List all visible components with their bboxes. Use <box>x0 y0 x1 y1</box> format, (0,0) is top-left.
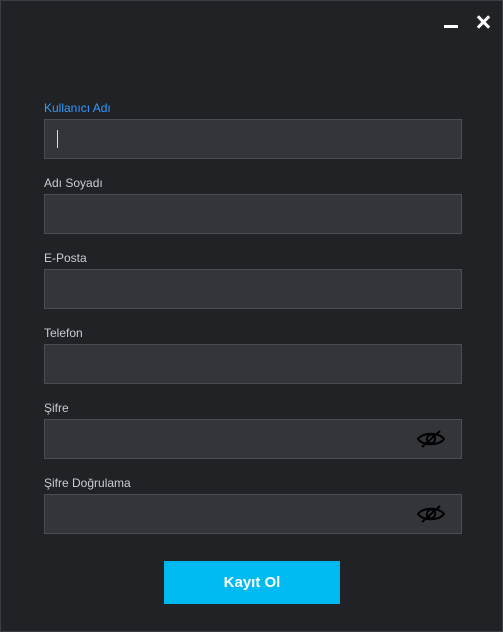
registration-form: Kullanıcı Adı Adı Soyadı E-Posta Telefon <box>44 102 462 552</box>
email-input-box[interactable] <box>44 269 462 309</box>
text-caret <box>57 130 58 148</box>
password-confirm-input-box[interactable] <box>44 494 462 534</box>
full-name-label: Adı Soyadı <box>44 176 103 190</box>
username-field: Kullanıcı Adı <box>44 102 462 159</box>
phone-input[interactable] <box>45 345 461 383</box>
username-input[interactable] <box>45 120 461 158</box>
email-field: E-Posta <box>44 252 462 309</box>
phone-label: Telefon <box>44 326 83 340</box>
username-label: Kullanıcı Adı <box>44 101 111 115</box>
password-field: Şifre <box>44 402 462 459</box>
password-confirm-input[interactable] <box>45 495 461 533</box>
full-name-input-box[interactable] <box>44 194 462 234</box>
password-confirm-field: Şifre Doğrulama <box>44 477 462 534</box>
minimize-icon[interactable] <box>442 13 460 31</box>
password-input-box[interactable] <box>44 419 462 459</box>
register-button[interactable]: Kayıt Ol <box>164 561 340 604</box>
phone-input-box[interactable] <box>44 344 462 384</box>
password-confirm-label: Şifre Doğrulama <box>44 476 131 490</box>
full-name-input[interactable] <box>45 195 461 233</box>
eye-slash-icon[interactable] <box>416 504 446 524</box>
password-input[interactable] <box>45 420 461 458</box>
eye-slash-icon[interactable] <box>416 429 446 449</box>
password-label: Şifre <box>44 401 69 415</box>
phone-field: Telefon <box>44 327 462 384</box>
full-name-field: Adı Soyadı <box>44 177 462 234</box>
username-input-box[interactable] <box>44 119 462 159</box>
window-controls <box>442 13 492 31</box>
email-label: E-Posta <box>44 251 87 265</box>
email-input[interactable] <box>45 270 461 308</box>
submit-area: Kayıt Ol <box>164 561 340 604</box>
register-window: Kullanıcı Adı Adı Soyadı E-Posta Telefon <box>0 0 503 632</box>
close-icon[interactable] <box>474 13 492 31</box>
